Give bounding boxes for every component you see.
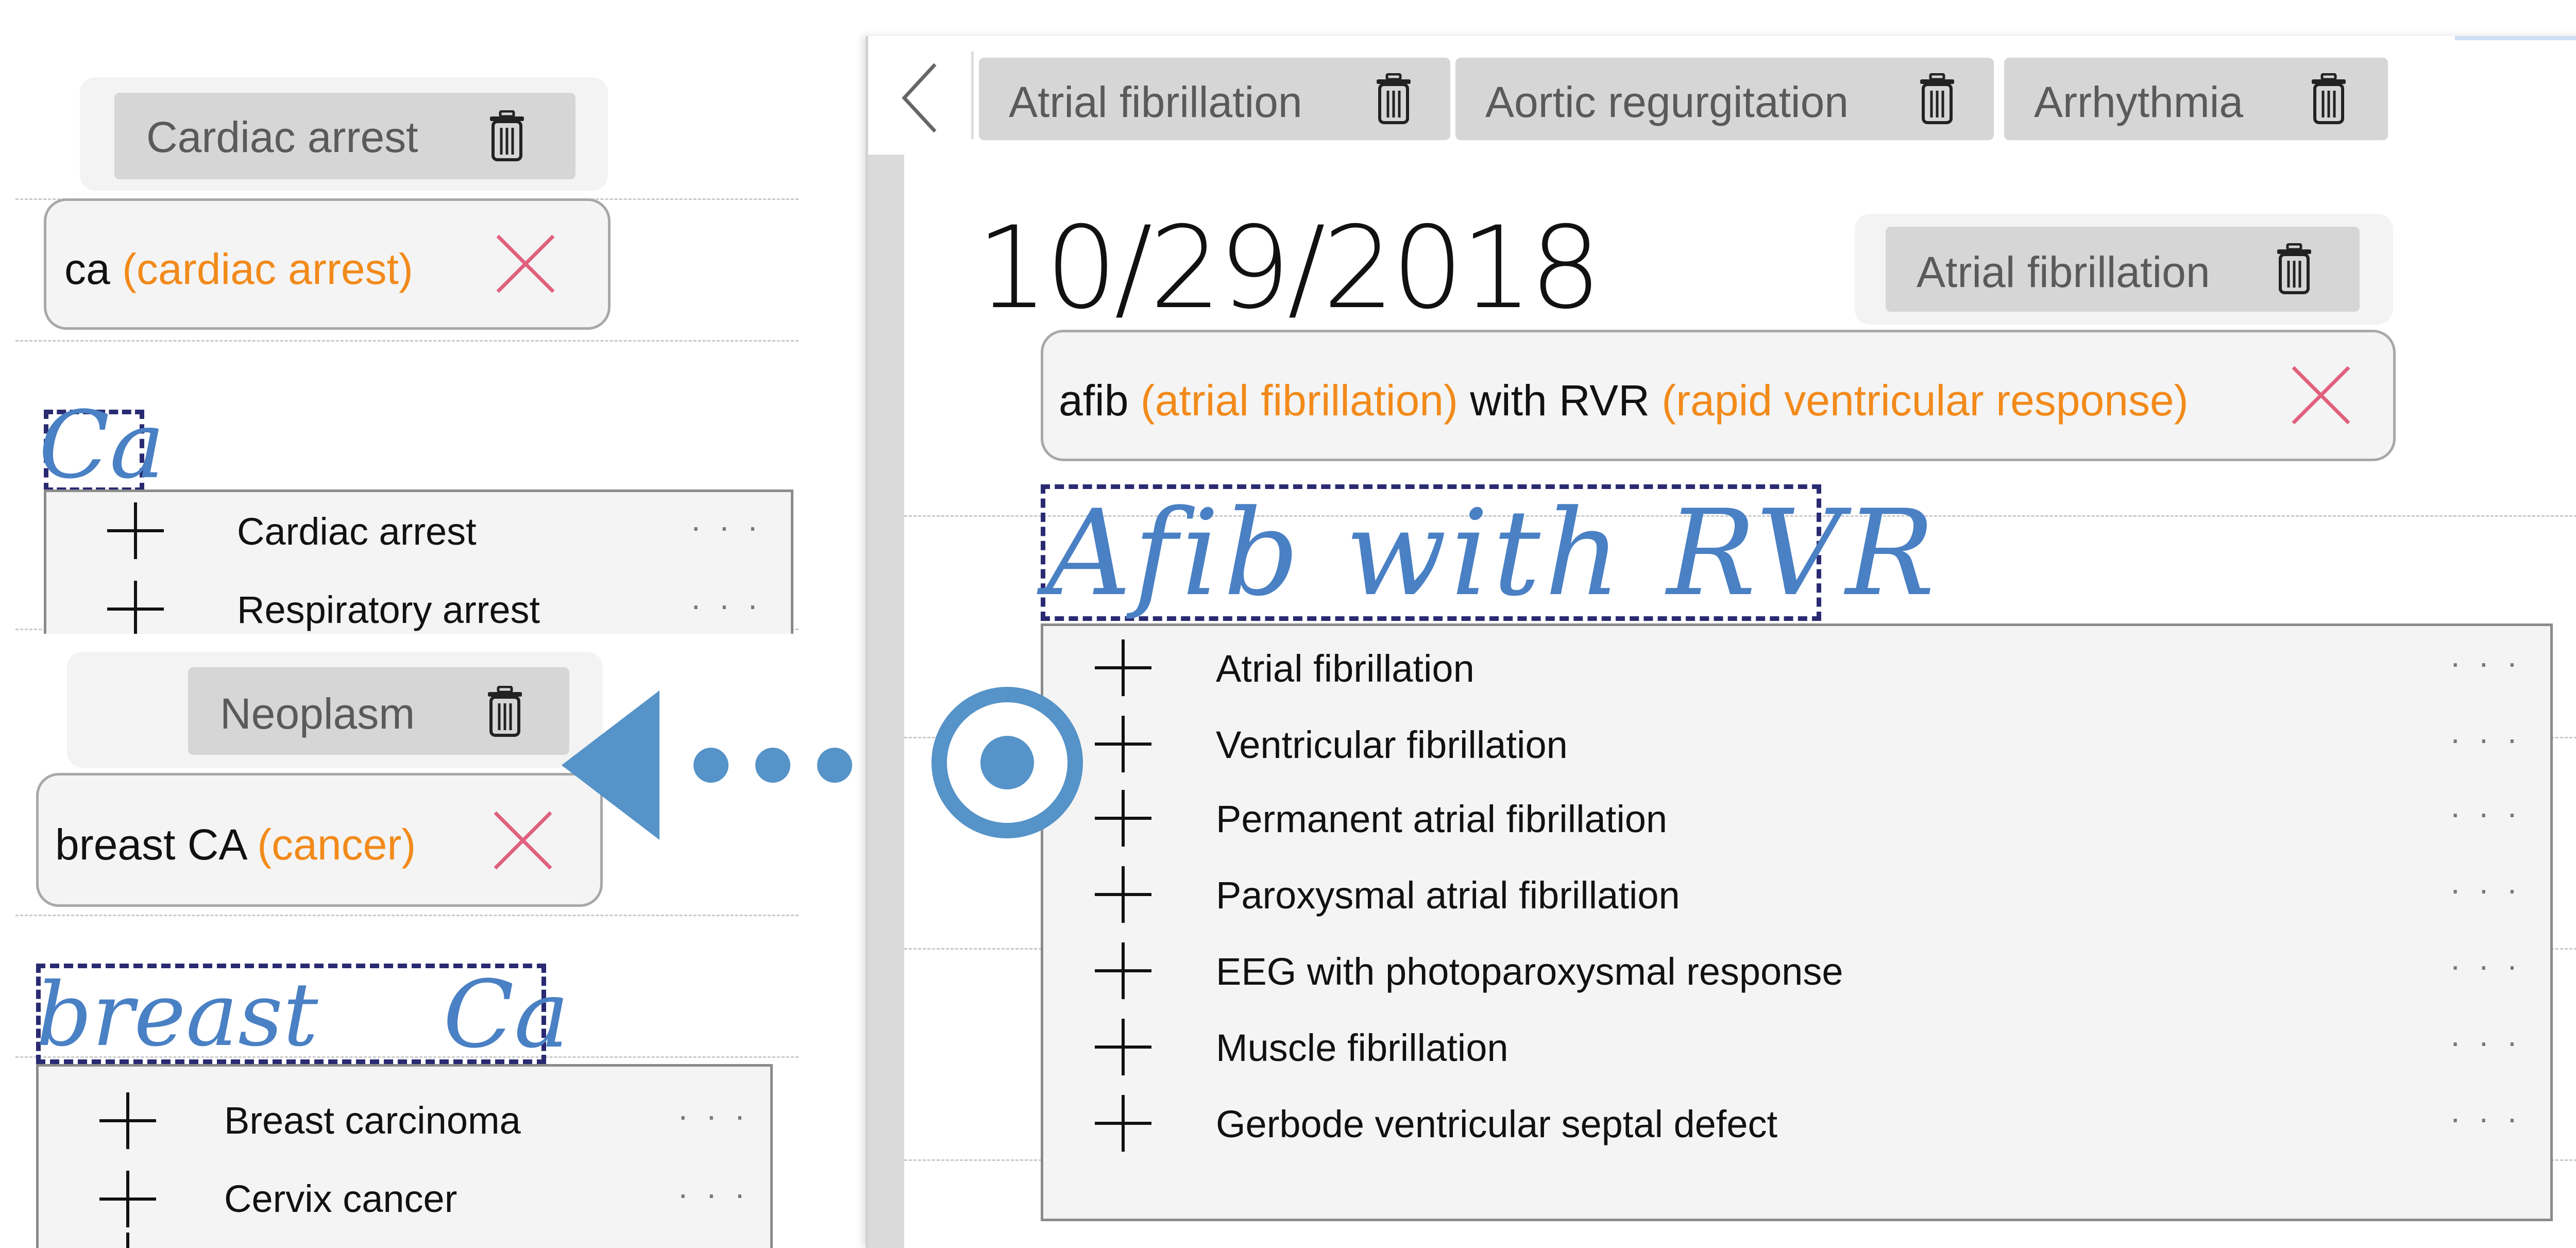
trash-icon[interactable] bbox=[489, 110, 525, 162]
expansion-text: (cardiac arrest) bbox=[122, 245, 413, 293]
afib-tag-label: Atrial fibrillation bbox=[1917, 248, 2210, 296]
expansion-text: (atrial fibrillation) bbox=[1140, 376, 1458, 425]
handwriting-afib-rvr: Afib with RVR bbox=[1046, 485, 1939, 622]
cardiac-suggestion-list: Cardiac arrest · · · Respiratory arrest … bbox=[44, 490, 793, 634]
tab-arrhythmia[interactable]: Arrhythmia bbox=[2004, 58, 2388, 140]
ruled-line bbox=[15, 340, 799, 342]
plus-icon[interactable] bbox=[99, 1233, 156, 1248]
list-item[interactable]: Gerbode ventricular septal defect · · · bbox=[1043, 1084, 2550, 1160]
trash-icon[interactable] bbox=[2311, 73, 2347, 125]
plus-icon[interactable] bbox=[107, 502, 164, 559]
neoplasm-tag[interactable]: Neoplasm bbox=[188, 667, 569, 755]
list-item[interactable]: Breast carcinoma · · · bbox=[39, 1067, 770, 1149]
list-item[interactable]: Ventricular fibrillation · · · bbox=[1043, 702, 2550, 779]
more-icon[interactable]: · · · bbox=[677, 1097, 750, 1135]
panel-gutter bbox=[868, 155, 904, 1248]
divider bbox=[971, 52, 974, 139]
top-accent bbox=[2455, 36, 2576, 40]
list-item[interactable]: EEG with photoparoxysmal response · · · bbox=[1043, 931, 2550, 1007]
more-icon[interactable]: · · · bbox=[2450, 644, 2522, 682]
plus-icon[interactable] bbox=[99, 1092, 156, 1149]
more-icon[interactable]: · · · bbox=[690, 508, 762, 546]
trash-icon[interactable] bbox=[1919, 73, 1955, 125]
suggestion-label: Muscle fibrillation bbox=[1216, 1026, 1509, 1069]
target-icon bbox=[931, 687, 1083, 838]
handwriting-ca: Ca bbox=[39, 392, 165, 499]
tab-label: Aortic regurgitation bbox=[1485, 78, 1849, 126]
more-icon[interactable]: · · · bbox=[2450, 870, 2522, 908]
more-icon[interactable]: · · · bbox=[690, 586, 762, 624]
breast-interpretation: breast CA (cancer) bbox=[36, 773, 603, 907]
back-chevron-icon[interactable] bbox=[896, 59, 943, 137]
trash-icon[interactable] bbox=[2276, 243, 2312, 295]
list-item[interactable]: Cervix cancer · · · bbox=[39, 1144, 770, 1227]
suggestion-label: EEG with photoparoxysmal response bbox=[1216, 950, 1843, 993]
plus-icon[interactable] bbox=[1095, 639, 1151, 696]
afib-suggestion-list: Atrial fibrillation · · · Ventricular fi… bbox=[1041, 623, 2553, 1221]
suggestion-label: Atrial fibrillation bbox=[1216, 647, 1475, 690]
handwriting-breast: breast bbox=[36, 964, 318, 1066]
cardiac-tag[interactable]: Cardiac arrest bbox=[114, 93, 575, 179]
breast-suggestion-list: Breast carcinoma · · · Cervix cancer · ·… bbox=[36, 1064, 773, 1248]
list-item[interactable]: Respiratory arrest · · · bbox=[46, 569, 791, 634]
tab-label: Arrhythmia bbox=[2034, 78, 2244, 126]
plus-icon[interactable] bbox=[1095, 1019, 1151, 1075]
suggestion-label: Respiratory arrest bbox=[237, 588, 540, 631]
tab-label: Atrial fibrillation bbox=[1009, 78, 1302, 126]
close-icon[interactable] bbox=[495, 233, 556, 295]
abbr-text: ca bbox=[64, 245, 123, 293]
suggestion-label: Ventricular fibrillation bbox=[1216, 723, 1568, 766]
more-icon[interactable]: · · · bbox=[677, 1175, 750, 1213]
tab-bar: Atrial fibrillation Aortic regurgitation bbox=[868, 36, 2576, 155]
plus-icon[interactable] bbox=[1095, 866, 1151, 923]
list-item[interactable]: Permanent atrial fibrillation · · · bbox=[1043, 779, 2550, 855]
more-icon[interactable]: · · · bbox=[2450, 1023, 2522, 1061]
plus-icon[interactable] bbox=[107, 581, 164, 634]
suggestion-label: Cervix cancer bbox=[224, 1177, 457, 1220]
afib-interpretation: afib (atrial fibrillation) with RVR (rap… bbox=[1041, 330, 2396, 461]
cardiac-tag-label: Cardiac arrest bbox=[146, 113, 418, 161]
list-item[interactable]: Muscle fibrillation · · · bbox=[1043, 1007, 2550, 1084]
suggestion-label: Gerbode ventricular septal defect bbox=[1216, 1103, 1778, 1145]
handwritten-date: 10/29/2018 bbox=[976, 202, 1602, 334]
neoplasm-tag-label: Neoplasm bbox=[220, 689, 415, 738]
abbr-text: afib bbox=[1059, 376, 1141, 425]
close-icon[interactable] bbox=[492, 809, 554, 871]
trash-icon[interactable] bbox=[1376, 73, 1412, 125]
afib-tag[interactable]: Atrial fibrillation bbox=[1886, 227, 2360, 312]
abbr-text: with RVR bbox=[1458, 376, 1662, 425]
tab-atrial-fibrillation[interactable]: Atrial fibrillation bbox=[979, 58, 1450, 140]
list-item[interactable]: Cardiac arrest · · · bbox=[46, 492, 791, 569]
notebook-panel: Atrial fibrillation Aortic regurgitation bbox=[866, 36, 2576, 1248]
handwriting-ca: Ca bbox=[443, 961, 570, 1069]
ruled-line bbox=[15, 915, 799, 916]
list-item[interactable]: Atrial fibrillation · · · bbox=[1043, 626, 2550, 702]
plus-icon[interactable] bbox=[1095, 942, 1151, 999]
plus-icon[interactable] bbox=[1095, 1095, 1151, 1152]
more-icon[interactable]: · · · bbox=[2450, 1099, 2522, 1137]
tab-aortic-regurgitation[interactable]: Aortic regurgitation bbox=[1455, 58, 1994, 140]
suggestion-label: Breast carcinoma bbox=[224, 1099, 521, 1142]
suggestion-label: Cardiac arrest bbox=[237, 510, 477, 553]
trash-icon[interactable] bbox=[487, 686, 523, 737]
plus-icon[interactable] bbox=[1095, 790, 1151, 847]
plus-icon[interactable] bbox=[99, 1171, 156, 1227]
suggestion-label: Permanent atrial fibrillation bbox=[1216, 798, 1668, 840]
cardiac-interpretation: ca (cardiac arrest) bbox=[44, 198, 611, 330]
abbr-text: breast CA bbox=[55, 820, 258, 869]
expansion-text: (cancer) bbox=[257, 820, 416, 869]
close-icon[interactable] bbox=[2290, 364, 2352, 426]
plus-icon[interactable] bbox=[1095, 716, 1151, 772]
more-icon[interactable]: · · · bbox=[2450, 720, 2522, 758]
more-icon[interactable]: · · · bbox=[2450, 947, 2522, 985]
more-icon[interactable]: · · · bbox=[2450, 794, 2522, 832]
suggestion-label: Paroxysmal atrial fibrillation bbox=[1216, 874, 1680, 917]
expansion-text: (rapid ventricular response) bbox=[1662, 376, 2189, 425]
list-item[interactable]: Paroxysmal atrial fibrillation · · · bbox=[1043, 855, 2550, 931]
